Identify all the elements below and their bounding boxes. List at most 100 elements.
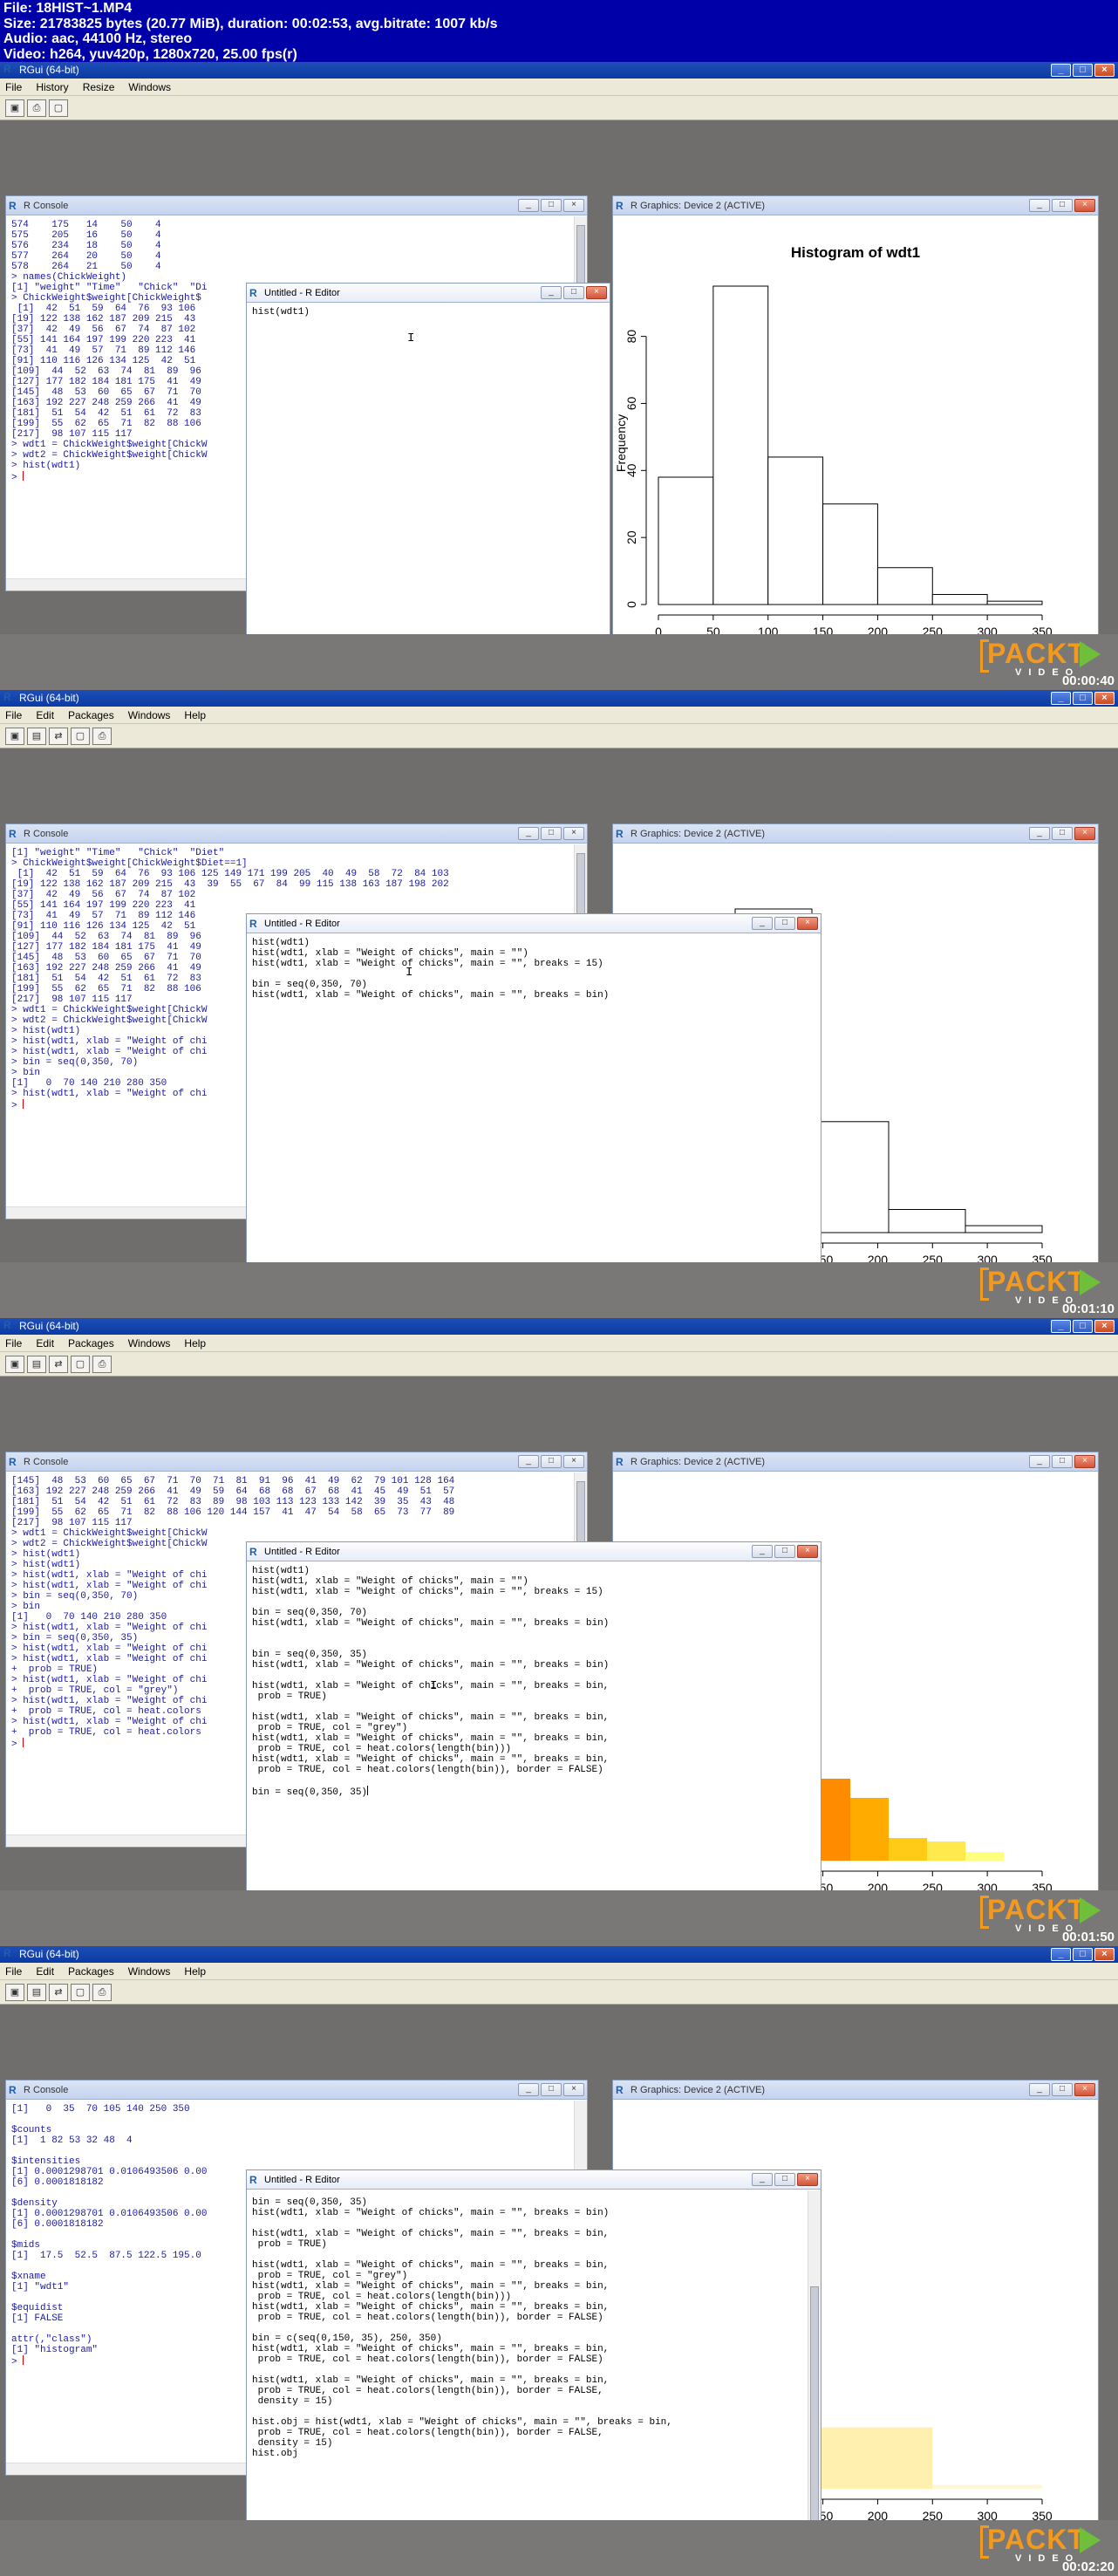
editor-text[interactable]: hist(wdt1) [247, 304, 610, 321]
maximize-button[interactable]: □ [1073, 1320, 1093, 1333]
close-button[interactable]: × [1094, 692, 1115, 705]
maximize-button[interactable]: □ [1073, 64, 1093, 77]
menu-help[interactable]: Help [184, 709, 206, 721]
minimize-button[interactable]: _ [518, 2083, 539, 2096]
editor-window[interactable]: R Untitled - R Editor _ □ × hist(wdt1) I [246, 283, 610, 672]
maximize-button[interactable]: □ [541, 199, 562, 212]
save-icon[interactable]: ▤ [27, 1984, 46, 2001]
maximize-button[interactable]: □ [1073, 1948, 1093, 1961]
minimize-button[interactable]: _ [518, 199, 539, 212]
minimize-button[interactable]: _ [1051, 692, 1071, 705]
maximize-button[interactable]: □ [563, 286, 584, 299]
menu-history[interactable]: History [36, 81, 68, 93]
menu-edit[interactable]: Edit [36, 709, 54, 721]
close-button[interactable]: × [563, 2083, 584, 2096]
minimize-button[interactable]: _ [752, 917, 773, 930]
minimize-button[interactable]: _ [518, 827, 539, 840]
print-icon[interactable]: ⎙ [92, 1356, 112, 1373]
copy-icon[interactable]: ▣ [5, 99, 24, 117]
save-icon[interactable]: ▤ [27, 1356, 46, 1373]
menu-file[interactable]: File [5, 1965, 22, 1978]
close-button[interactable]: × [797, 1545, 818, 1558]
minimize-button[interactable]: _ [1029, 199, 1050, 212]
rgui-titlebar: R RGui (64-bit) _ □ × [0, 690, 1118, 707]
close-button[interactable]: × [563, 199, 584, 212]
run-icon[interactable]: ⇄ [49, 728, 68, 745]
minimize-button[interactable]: _ [1051, 1320, 1071, 1333]
menu-file[interactable]: File [5, 1337, 22, 1349]
close-button[interactable]: × [1094, 1948, 1115, 1961]
menu-resize[interactable]: Resize [83, 81, 115, 93]
maximize-button[interactable]: □ [1052, 1455, 1073, 1468]
editor-window[interactable]: R Untitled - R Editor _ □ × hist(wdt1) hist… [246, 913, 821, 1306]
window-icon[interactable]: ▢ [71, 1984, 90, 2001]
editor-text[interactable]: hist(wdt1) hist(wdt1, xlab = "Weight of … [247, 1562, 821, 1801]
maximize-button[interactable]: □ [541, 827, 562, 840]
minimize-button[interactable]: _ [1029, 2083, 1050, 2096]
menu-packages[interactable]: Packages [68, 709, 114, 721]
close-button[interactable]: × [563, 1455, 584, 1468]
maximize-button[interactable]: □ [774, 1545, 795, 1558]
maximize-button[interactable]: □ [541, 1455, 562, 1468]
menu-file[interactable]: File [5, 81, 22, 93]
open-icon[interactable]: ▣ [5, 728, 24, 745]
maximize-button[interactable]: □ [1052, 827, 1073, 840]
menu-windows[interactable]: Windows [128, 1965, 171, 1978]
minimize-button[interactable]: _ [1051, 64, 1071, 77]
window-icon[interactable]: ▢ [71, 728, 90, 745]
menu-file[interactable]: File [5, 709, 22, 721]
menu-help[interactable]: Help [184, 1965, 206, 1978]
menu-windows[interactable]: Windows [128, 1337, 171, 1349]
close-button[interactable]: × [797, 917, 818, 930]
run-icon[interactable]: ⇄ [49, 1356, 68, 1373]
minimize-button[interactable]: _ [752, 2173, 773, 2186]
close-button[interactable]: × [797, 2173, 818, 2186]
packt-logo: PACKT VIDEO [980, 638, 1102, 678]
graphics-window[interactable]: R R Graphics: Device 2 (ACTIVE) _ □ × Histo… [612, 195, 1099, 690]
window-icon[interactable]: ▢ [49, 99, 68, 117]
menu-help[interactable]: Help [184, 1337, 206, 1349]
open-icon[interactable]: ▣ [5, 1356, 24, 1373]
minimize-button[interactable]: _ [1029, 827, 1050, 840]
frame-1: R RGui (64-bit) _ □ × File History Resize W… [0, 62, 1118, 690]
print-icon[interactable]: ⎙ [27, 99, 46, 117]
open-icon[interactable]: ▣ [5, 1984, 24, 2001]
minimize-button[interactable]: _ [518, 1455, 539, 1468]
maximize-button[interactable]: □ [1052, 2083, 1073, 2096]
run-icon[interactable]: ⇄ [49, 1984, 68, 2001]
toolbar: ▣ ▤ ⇄ ▢ ⎙ [0, 1980, 1118, 2005]
editor-window[interactable]: R Untitled - R Editor _ □ × hist(wdt1) hist… [246, 1541, 821, 1934]
menu-edit[interactable]: Edit [36, 1337, 54, 1349]
close-button[interactable]: × [1094, 64, 1115, 77]
minimize-button[interactable]: _ [541, 286, 562, 299]
minimize-button[interactable]: _ [1051, 1948, 1071, 1961]
minimize-button[interactable]: _ [752, 1545, 773, 1558]
menu-packages[interactable]: Packages [68, 1965, 114, 1978]
maximize-button[interactable]: □ [1073, 692, 1093, 705]
print-icon[interactable]: ⎙ [92, 1984, 112, 2001]
menu-windows[interactable]: Windows [128, 81, 171, 93]
close-button[interactable]: × [1074, 1455, 1095, 1468]
vertical-scrollbar[interactable] [808, 2190, 821, 2561]
close-button[interactable]: × [1094, 1320, 1115, 1333]
maximize-button[interactable]: □ [774, 2173, 795, 2186]
editor-text[interactable]: hist(wdt1) hist(wdt1, xlab = "Weight of … [247, 934, 821, 1004]
video-file-name: File: 18HIST~1.MP4 [3, 1, 133, 16]
save-icon[interactable]: ▤ [27, 728, 46, 745]
menu-windows[interactable]: Windows [128, 709, 171, 721]
maximize-button[interactable]: □ [1052, 199, 1073, 212]
maximize-button[interactable]: □ [541, 2083, 562, 2096]
minimize-button[interactable]: _ [1029, 1455, 1050, 1468]
close-button[interactable]: × [1074, 2083, 1095, 2096]
close-button[interactable]: × [1074, 827, 1095, 840]
close-button[interactable]: × [1074, 199, 1095, 212]
window-icon[interactable]: ▢ [71, 1356, 90, 1373]
print-icon[interactable]: ⎙ [92, 728, 112, 745]
menu-packages[interactable]: Packages [68, 1337, 114, 1349]
editor-window[interactable]: R Untitled - R Editor _ □ × bin = seq(0,350… [246, 2169, 821, 2562]
menu-edit[interactable]: Edit [36, 1965, 54, 1978]
editor-text[interactable]: bin = seq(0,350, 35) hist(wdt1, xlab = "… [247, 2190, 821, 2463]
close-button[interactable]: × [586, 286, 607, 299]
close-button[interactable]: × [563, 827, 584, 840]
maximize-button[interactable]: □ [774, 917, 795, 930]
